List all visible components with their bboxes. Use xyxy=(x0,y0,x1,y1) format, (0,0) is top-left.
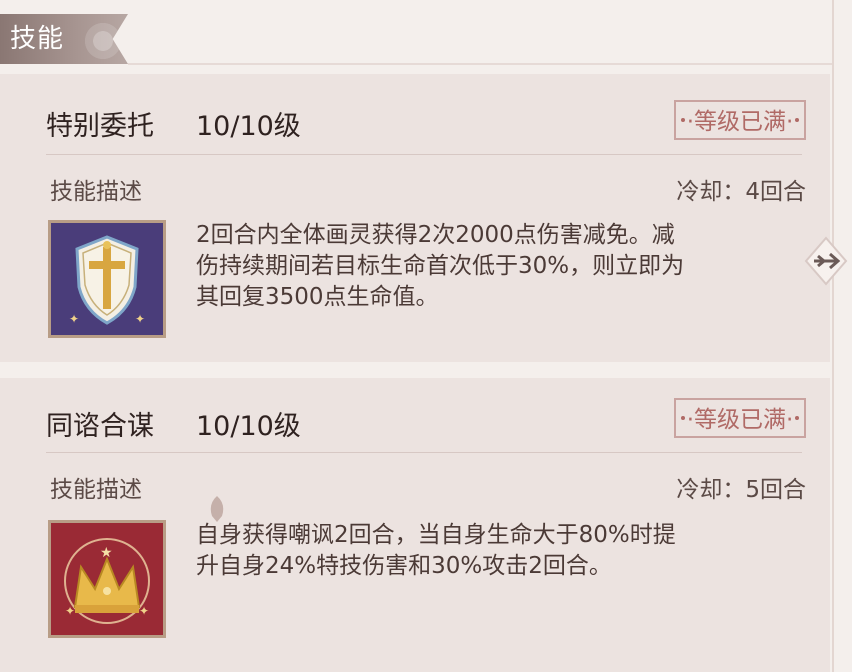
skill-card: 同谘合谋 10/10级 ·等级已满· 技能描述 冷却：5回合 ✦ ✦ ★ 自身获… xyxy=(0,378,830,672)
svg-text:✦: ✦ xyxy=(69,312,79,326)
description-line: 其回复3500点生命值。 xyxy=(196,284,439,310)
crown-icon[interactable]: ✦ ✦ ★ xyxy=(48,520,166,638)
side-arrow-icon[interactable] xyxy=(804,236,848,286)
skill-description-label: 技能描述 xyxy=(50,477,142,503)
frame-border xyxy=(832,0,834,672)
skill-name: 特别委托 xyxy=(46,111,154,142)
skill-name: 同谘合谋 xyxy=(46,411,154,442)
description-line: 自身获得嘲讽2回合，当自身生命大于80%时提 xyxy=(196,522,676,548)
skill-description-label: 技能描述 xyxy=(50,179,142,205)
header-divider xyxy=(128,63,832,65)
rose-decoration-icon xyxy=(80,18,126,64)
description-line: 2回合内全体画灵获得2次2000点伤害减免。减 xyxy=(196,222,675,248)
cursor-icon xyxy=(206,494,228,524)
card-divider xyxy=(46,154,802,155)
description-line: 伤持续期间若目标生命首次低于30%，则立即为 xyxy=(196,253,685,279)
skill-cooldown: 冷却：4回合 xyxy=(676,179,806,205)
svg-text:✦: ✦ xyxy=(135,312,145,326)
skill-cooldown: 冷却：5回合 xyxy=(676,477,806,503)
skill-level: 10/10级 xyxy=(196,411,301,442)
skill-level: 10/10级 xyxy=(196,111,301,142)
level-max-badge: ·等级已满· xyxy=(674,398,806,438)
skill-card: 特别委托 10/10级 ·等级已满· 技能描述 冷却：4回合 ✦ ✦ 2回合内全… xyxy=(0,74,830,362)
section-title: 技能 xyxy=(10,24,65,54)
level-max-badge: ·等级已满· xyxy=(674,100,806,140)
skill-description: 自身获得嘲讽2回合，当自身生命大于80%时提 升自身24%特技伤害和30%攻击2… xyxy=(196,520,796,582)
section-header-tab: 技能 xyxy=(0,14,128,64)
shield-cross-icon[interactable]: ✦ ✦ xyxy=(48,220,166,338)
skill-description: 2回合内全体画灵获得2次2000点伤害减免。减 伤持续期间若目标生命首次低于30… xyxy=(196,220,796,313)
description-line: 升自身24%特技伤害和30%攻击2回合。 xyxy=(196,553,612,579)
svg-text:✦: ✦ xyxy=(65,604,75,618)
card-divider xyxy=(46,452,802,453)
svg-text:✦: ✦ xyxy=(139,604,149,618)
